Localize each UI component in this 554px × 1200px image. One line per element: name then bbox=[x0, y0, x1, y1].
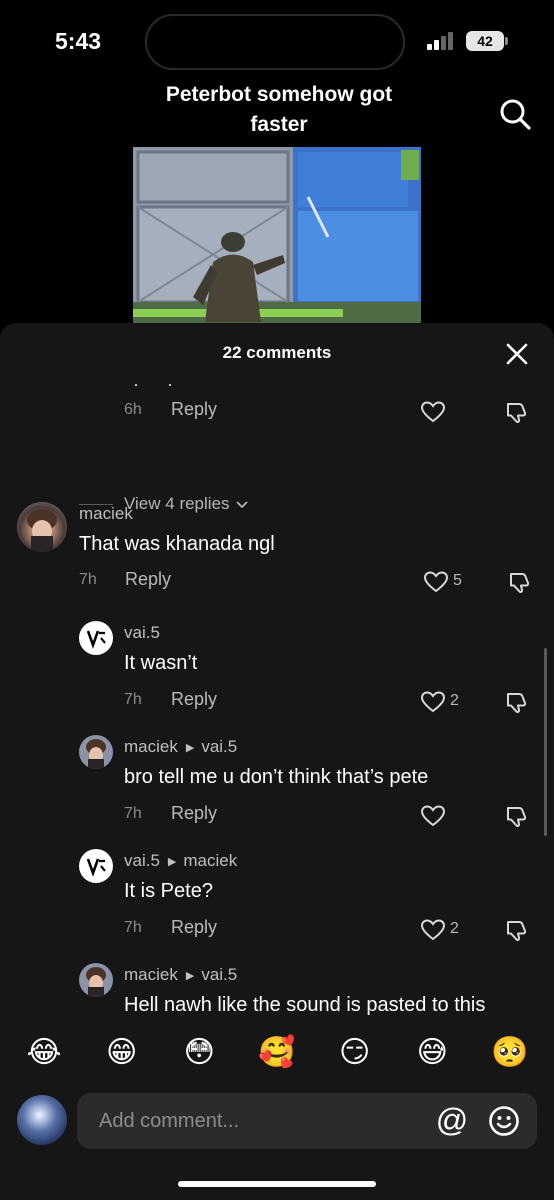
comment-username[interactable]: maciek ▶ vai.5 bbox=[124, 737, 237, 757]
comment-text: That was khanada ngl bbox=[79, 533, 275, 555]
like-count: 5 bbox=[453, 572, 462, 589]
emoji-button[interactable]: 😂 bbox=[22, 1035, 66, 1070]
avatar[interactable] bbox=[79, 963, 113, 997]
comments-count-title: 22 comments bbox=[222, 343, 332, 362]
reply-button[interactable]: Reply bbox=[171, 689, 217, 710]
battery-tip bbox=[505, 37, 508, 45]
dislike-icon[interactable] bbox=[504, 689, 530, 715]
search-icon[interactable] bbox=[498, 97, 532, 131]
dynamic-island bbox=[145, 14, 405, 70]
avatar[interactable] bbox=[79, 849, 113, 883]
comment-time: 7h bbox=[124, 691, 142, 708]
avatar[interactable] bbox=[17, 502, 67, 552]
battery-icon: 42 bbox=[466, 31, 504, 51]
comment-time: 6h bbox=[124, 401, 142, 418]
heart-icon[interactable] bbox=[420, 400, 446, 424]
reply-button[interactable]: Reply bbox=[171, 399, 217, 420]
heart-icon[interactable] bbox=[420, 804, 446, 828]
emoji-button[interactable]: 🥰 bbox=[255, 1035, 299, 1070]
comment-input[interactable] bbox=[99, 1093, 419, 1149]
dislike-icon[interactable] bbox=[504, 917, 530, 943]
scrollbar[interactable] bbox=[544, 648, 547, 836]
comment-username[interactable]: vai.5 ▶ maciek bbox=[124, 851, 237, 871]
chevron-down-icon bbox=[235, 501, 248, 509]
comment-input-row: @ bbox=[0, 1091, 554, 1151]
reply-arrow-icon: ▶ bbox=[167, 855, 177, 868]
like-count: 2 bbox=[450, 920, 459, 937]
avatar[interactable] bbox=[79, 621, 113, 655]
username-text[interactable]: maciek bbox=[124, 737, 178, 757]
video-title: Peterbot somehow got faster bbox=[165, 83, 393, 136]
comment-username[interactable]: maciek bbox=[79, 504, 133, 524]
reply-to-username[interactable]: maciek bbox=[183, 851, 237, 871]
reply-to-username[interactable]: vai.5 bbox=[201, 965, 237, 985]
username-text[interactable]: vai.5 bbox=[124, 623, 160, 643]
emoji-button[interactable]: 🥺 bbox=[488, 1035, 532, 1070]
comments-list[interactable]: apex pro tkl 2023 6h Reply View 4 replie… bbox=[0, 368, 554, 1020]
emoji-button[interactable]: 😏 bbox=[333, 1035, 377, 1070]
emoji-quick-bar: 😂 😁 😳 🥰 😏 😅 🥺 bbox=[0, 1020, 554, 1084]
emoji-button[interactable]: 😅 bbox=[410, 1035, 454, 1070]
emoji-button[interactable]: 😳 bbox=[177, 1035, 221, 1070]
comment-text: Hell nawh like the sound is pasted to th… bbox=[124, 994, 486, 1016]
dislike-icon[interactable] bbox=[507, 569, 533, 595]
comment-text: It is Pete? bbox=[124, 880, 213, 902]
heart-icon[interactable] bbox=[420, 690, 446, 714]
status-time: 5:43 bbox=[55, 28, 102, 54]
status-bar: 5:43 42 bbox=[0, 0, 554, 80]
signal-icon bbox=[427, 32, 457, 50]
avatar[interactable] bbox=[79, 735, 113, 769]
reply-arrow-icon: ▶ bbox=[185, 969, 195, 982]
dislike-icon[interactable] bbox=[504, 399, 530, 425]
emoji-button[interactable]: 😁 bbox=[100, 1035, 144, 1070]
dislike-icon[interactable] bbox=[504, 803, 530, 829]
home-indicator[interactable] bbox=[178, 1181, 376, 1187]
comment-username[interactable]: vai.5 bbox=[124, 623, 160, 643]
reply-to-username[interactable]: vai.5 bbox=[201, 737, 237, 757]
video-frame-image bbox=[133, 147, 421, 327]
view-replies-label: View 4 replies bbox=[124, 494, 230, 513]
comment-text: It wasn’t bbox=[124, 652, 198, 674]
smiley-icon[interactable] bbox=[488, 1105, 520, 1137]
reply-button[interactable]: Reply bbox=[171, 803, 217, 824]
username-text[interactable]: maciek bbox=[79, 504, 133, 524]
video-thumbnail[interactable] bbox=[133, 147, 421, 327]
comment-time: 7h bbox=[124, 919, 142, 936]
comment-time: 7h bbox=[124, 805, 142, 822]
username-text[interactable]: maciek bbox=[124, 965, 178, 985]
close-icon[interactable] bbox=[505, 342, 529, 366]
like-count: 2 bbox=[450, 692, 459, 709]
heart-icon[interactable] bbox=[420, 918, 446, 942]
list-top-edge bbox=[0, 368, 554, 384]
comment-box[interactable]: @ bbox=[77, 1093, 537, 1149]
my-avatar[interactable] bbox=[17, 1095, 67, 1145]
comment-text: bro tell me u don’t think that’s pete bbox=[124, 766, 429, 788]
username-text[interactable]: vai.5 bbox=[124, 851, 160, 871]
reply-button[interactable]: Reply bbox=[171, 917, 217, 938]
comments-sheet: 22 comments apex pro tkl 2023 6h Reply V… bbox=[0, 323, 554, 1200]
comment-username[interactable]: maciek ▶ vai.5 bbox=[124, 965, 237, 985]
mention-button[interactable]: @ bbox=[435, 1103, 469, 1139]
reply-arrow-icon: ▶ bbox=[185, 741, 195, 754]
reply-button[interactable]: Reply bbox=[125, 569, 171, 590]
comment-time: 7h bbox=[79, 571, 97, 588]
heart-icon[interactable] bbox=[423, 570, 449, 594]
